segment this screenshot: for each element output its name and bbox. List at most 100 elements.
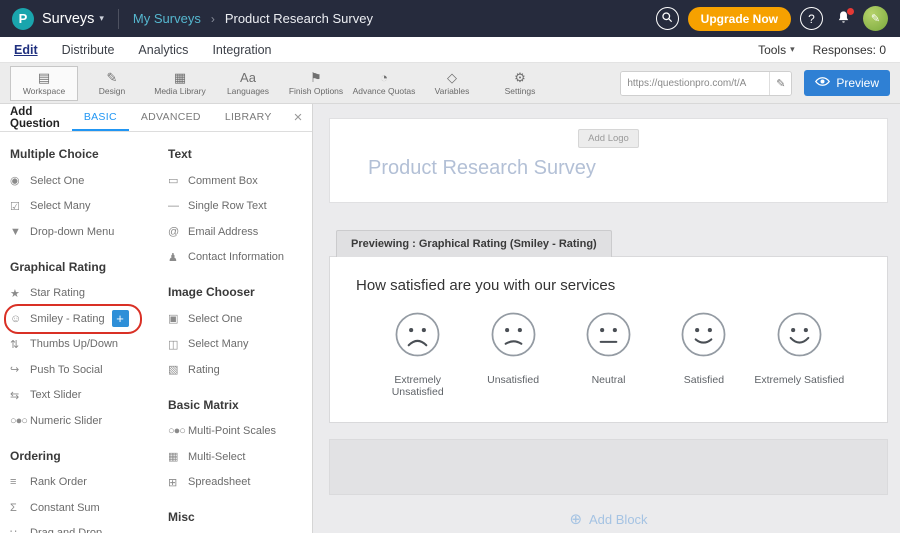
chevron-down-icon: ▾ — [99, 13, 104, 24]
chevron-down-icon: ▾ — [790, 44, 795, 55]
survey-header-card[interactable]: Add Logo Product Research Survey — [329, 118, 888, 203]
question-column-2: Text ▭ Comment Box ― Single Row Text @ E… — [168, 132, 312, 533]
survey-title[interactable]: Product Research Survey — [368, 157, 887, 180]
languages-icon: Aa — [240, 71, 256, 85]
toolbar-item-design[interactable]: ✎ Design — [78, 66, 146, 101]
smiley-option-satisfied[interactable]: Satisfied — [656, 311, 751, 398]
image-rating-icon: ▧ — [168, 363, 188, 376]
share-icon: ↪ — [10, 363, 30, 376]
toolbar-item-workspace[interactable]: ▤ Workspace — [10, 66, 78, 101]
toolbar-item-variables[interactable]: ◇ Variables — [418, 66, 486, 101]
product-switcher[interactable]: Surveys ▾ — [42, 11, 104, 27]
question-type-dropdown-menu[interactable]: ▼ Drop-down Menu — [10, 219, 168, 245]
preview-button[interactable]: Preview — [804, 70, 890, 96]
question-text[interactable]: How satisfied are you with our services — [356, 277, 861, 294]
question-type-image-select-many[interactable]: ◫ Select Many — [168, 332, 312, 358]
breadcrumb-my-surveys[interactable]: My Surveys — [133, 11, 201, 26]
media-library-icon: ▦ — [174, 71, 186, 85]
topbar-actions: Upgrade Now ? ✎ — [656, 6, 888, 31]
tab-advanced[interactable]: ADVANCED — [129, 104, 213, 131]
avatar[interactable]: ✎ — [863, 6, 888, 31]
toolbar-item-media-library[interactable]: ▦ Media Library — [146, 66, 214, 101]
toolbar-item-settings[interactable]: ⚙ Settings — [486, 66, 554, 101]
question-type-numeric-slider[interactable]: ○●○ Numeric Slider — [10, 408, 168, 434]
finish-options-icon: ⚑ — [310, 71, 322, 85]
question-type-select-many[interactable]: ☑ Select Many — [10, 194, 168, 220]
search-icon — [661, 11, 673, 26]
upgrade-now-button[interactable]: Upgrade Now — [688, 7, 791, 31]
nav-right: Tools ▾ Responses: 0 — [758, 43, 886, 57]
images-icon: ◫ — [168, 338, 188, 351]
notifications-button[interactable] — [832, 7, 854, 30]
toolbar-item-languages[interactable]: Aa Languages — [214, 66, 282, 101]
question-mark-icon: ? — [808, 12, 815, 26]
question-type-single-row-text[interactable]: ― Single Row Text — [168, 194, 312, 220]
question-type-image-select-one[interactable]: ▣ Select One — [168, 306, 312, 332]
panel-tabs: Add Question BASIC ADVANCED LIBRARY × — [0, 104, 312, 132]
survey-url-input[interactable] — [621, 72, 769, 95]
smiley-option-neutral[interactable]: Neutral — [561, 311, 656, 398]
design-icon: ✎ — [107, 71, 118, 85]
question-type-constant-sum[interactable]: Σ Constant Sum — [10, 495, 168, 521]
tab-edit[interactable]: Edit — [14, 43, 38, 57]
smiley-option-extremely-satisfied[interactable]: Extremely Satisfied — [752, 311, 847, 398]
collapsed-block-placeholder[interactable] — [329, 439, 888, 495]
workspace-icon: ▤ — [38, 71, 50, 85]
advance-quotas-icon: ◔ — [380, 71, 388, 85]
happy-face-icon — [680, 345, 727, 362]
close-icon[interactable]: × — [284, 104, 313, 131]
group-header-basic-matrix: Basic Matrix — [168, 398, 312, 412]
logo-letter: P — [19, 11, 28, 26]
variables-icon: ◇ — [447, 71, 457, 85]
question-type-contact-information[interactable]: ♟ Contact Information — [168, 245, 312, 271]
tab-library[interactable]: LIBRARY — [213, 104, 284, 131]
tab-distribute[interactable]: Distribute — [62, 43, 115, 57]
add-block-button[interactable]: ⊕ Add Block — [569, 510, 647, 528]
question-type-thumbs-up-down[interactable]: ⇅ Thumbs Up/Down — [10, 332, 168, 358]
question-type-star-rating[interactable]: ★ Star Rating — [10, 281, 168, 307]
add-logo-button[interactable]: Add Logo — [578, 129, 639, 148]
spreadsheet-grid-icon: ⊞ — [168, 476, 188, 489]
question-type-image-rating[interactable]: ▧ Rating — [168, 357, 312, 383]
breadcrumb-current-survey: Product Research Survey — [225, 11, 373, 26]
search-button[interactable] — [656, 7, 679, 30]
breadcrumb-separator-icon: › — [211, 12, 215, 26]
question-type-smiley-rating[interactable]: ☺ Smiley - Rating + — [10, 306, 168, 332]
questionpro-logo[interactable]: P — [12, 8, 34, 30]
content: Add Question BASIC ADVANCED LIBRARY × Mu… — [0, 104, 900, 533]
responses-count: Responses: 0 — [813, 43, 886, 57]
question-type-email-address[interactable]: @ Email Address — [168, 219, 312, 245]
question-type-multi-point-scales[interactable]: ○●○ Multi-Point Scales — [168, 419, 312, 445]
question-type-multi-select[interactable]: ▦ Multi-Select — [168, 444, 312, 470]
notification-badge — [847, 8, 854, 15]
question-type-spreadsheet[interactable]: ⊞ Spreadsheet — [168, 470, 312, 496]
very-sad-face-icon — [394, 345, 441, 362]
tab-basic[interactable]: BASIC — [72, 104, 129, 131]
add-smiley-rating-button[interactable]: + — [112, 310, 129, 327]
at-sign-icon: @ — [168, 226, 188, 238]
smiley-option-extremely-unsatisfied[interactable]: Extremely Unsatisfied — [370, 311, 465, 398]
toolbar-item-advance-quotas[interactable]: ◔ Advance Quotas — [350, 66, 418, 101]
question-type-text-slider[interactable]: ⇆ Text Slider — [10, 383, 168, 409]
numeric-slider-icon: ○●○ — [10, 415, 30, 427]
group-header-graphical-rating: Graphical Rating — [10, 260, 168, 274]
star-icon: ★ — [10, 287, 30, 300]
survey-url-box: ✎ — [620, 71, 792, 96]
question-preview-card[interactable]: Previewing : Graphical Rating (Smiley - … — [329, 256, 888, 423]
topbar-divider — [118, 9, 119, 29]
checkbox-icon: ☑ — [10, 200, 30, 213]
tools-menu[interactable]: Tools ▾ — [758, 43, 795, 57]
toolbar-item-finish-options[interactable]: ⚑ Finish Options — [282, 66, 350, 101]
question-type-drag-and-drop[interactable]: ∷ Drag and Drop — [10, 521, 168, 533]
edit-url-icon[interactable]: ✎ — [769, 72, 791, 95]
question-type-comment-box[interactable]: ▭ Comment Box — [168, 168, 312, 194]
help-button[interactable]: ? — [800, 7, 823, 30]
question-type-push-to-social[interactable]: ↪ Push To Social — [10, 357, 168, 383]
tab-analytics[interactable]: Analytics — [138, 43, 188, 57]
question-type-rank-order[interactable]: ≡ Rank Order — [10, 470, 168, 496]
smiley-option-unsatisfied[interactable]: Unsatisfied — [465, 311, 560, 398]
tab-integration[interactable]: Integration — [212, 43, 271, 57]
app: P Surveys ▾ My Surveys › Product Researc… — [0, 0, 900, 533]
question-type-select-one[interactable]: ◉ Select One — [10, 168, 168, 194]
add-question-label[interactable]: Add Question — [0, 104, 72, 131]
